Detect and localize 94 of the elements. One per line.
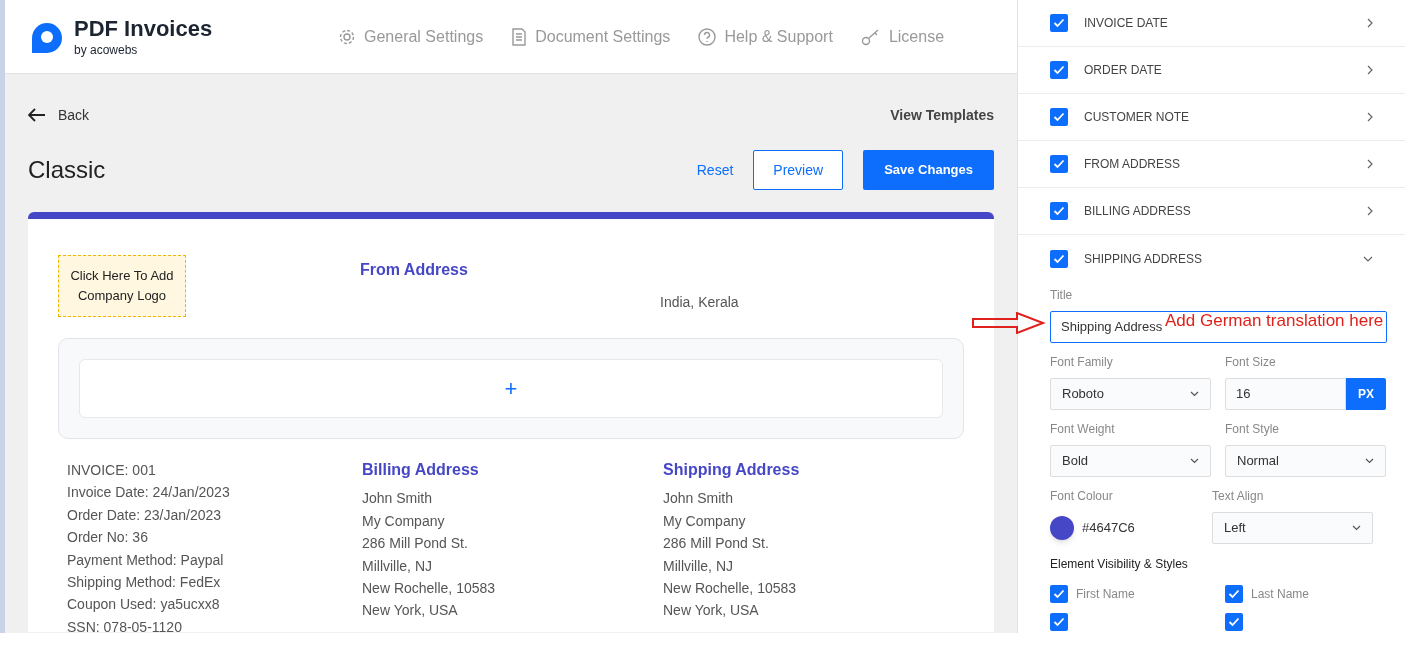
add-logo-button[interactable]: Click Here To Add Company Logo [58, 255, 186, 317]
address-line: John Smith [663, 489, 735, 509]
address-line: Millville, NJ [663, 556, 734, 576]
checkbox[interactable] [1050, 14, 1068, 32]
address-line: 286 Mill Pond St. [362, 534, 469, 554]
chevron-down-icon [1190, 391, 1199, 397]
colour-value: #4647C6 [1082, 519, 1135, 538]
check-icon [1053, 159, 1065, 169]
annotation-text: Add German translation here [1165, 310, 1384, 332]
check-icon [1053, 112, 1065, 122]
template-title: Classic [28, 155, 106, 185]
invoice-detail: INVOICE: 001 [67, 461, 157, 480]
chevron-down-icon [1365, 458, 1374, 464]
address-line: 286 Mill Pond St. [663, 534, 770, 554]
checkbox-label: Last Name [1251, 586, 1310, 603]
chevron-right-icon[interactable] [1367, 206, 1373, 216]
section-label[interactable]: INVOICE DATE [1084, 14, 1367, 32]
key-icon [860, 27, 881, 46]
app-byline: by acowebs [74, 43, 139, 56]
checkbox[interactable] [1050, 585, 1068, 603]
help-icon [698, 27, 717, 46]
invoice-detail: Order No: 36 [67, 528, 149, 548]
chevron-right-icon[interactable] [1367, 65, 1373, 75]
back-button[interactable]: Back [28, 104, 90, 126]
font-style-dropdown[interactable]: Normal [1225, 445, 1386, 477]
document-icon [511, 27, 528, 46]
section-label[interactable]: CUSTOMER NOTE [1084, 108, 1367, 126]
view-templates-link[interactable]: View Templates [890, 104, 994, 126]
address-heading: Shipping Address [663, 460, 801, 480]
chevron-down-icon[interactable] [1363, 255, 1373, 262]
checkbox-label: First Name [1076, 586, 1135, 603]
invoice-detail: Invoice Date: 24/Jan/2023 [67, 483, 231, 503]
checkbox[interactable] [1050, 613, 1068, 631]
field-label: Text Align [1212, 488, 1265, 505]
check-icon [1053, 18, 1065, 28]
checkbox[interactable] [1050, 61, 1068, 79]
field-label: Font Family [1050, 354, 1114, 371]
section-heading: Element Visibility & Styles [1050, 556, 1189, 573]
preview-button[interactable]: Preview [753, 150, 844, 190]
address-line: New York, USA [362, 601, 459, 621]
check-icon [1053, 253, 1065, 264]
back-arrow-icon [28, 108, 46, 122]
check-icon [1228, 617, 1240, 627]
invoice-detail: Order Date: 23/Jan/2023 [67, 505, 223, 525]
address-line: My Company [663, 511, 747, 531]
section-label[interactable]: SHIPPING ADDRESS [1084, 249, 1363, 268]
check-icon [1053, 617, 1065, 627]
field-label: Title [1050, 287, 1074, 304]
address-line: Millville, NJ [362, 556, 433, 576]
font-size-input[interactable]: 16 [1225, 378, 1346, 410]
add-button[interactable]: + [79, 359, 943, 418]
checkbox[interactable] [1050, 155, 1068, 173]
checkbox[interactable] [1050, 202, 1068, 220]
address-heading: Billing Address [362, 460, 480, 480]
field-label: Font Style [1225, 421, 1281, 438]
from-address-line: India, Kerala [660, 293, 739, 312]
section-label[interactable]: BILLING ADDRESS [1084, 202, 1367, 220]
text-align-dropdown[interactable]: Left [1212, 512, 1373, 544]
chevron-down-icon [1190, 458, 1199, 464]
invoice-detail: Coupon Used: ya5ucxx8 [67, 595, 221, 615]
section-label[interactable]: FROM ADDRESS [1084, 155, 1367, 173]
checkbox[interactable] [1225, 585, 1243, 603]
chevron-right-icon[interactable] [1367, 159, 1373, 169]
checkbox[interactable] [1225, 613, 1243, 631]
chevron-down-icon [1352, 525, 1361, 531]
invoice-detail: Payment Method: Paypal [67, 550, 225, 570]
field-label: Font Colour [1050, 488, 1114, 505]
gear-icon [338, 27, 356, 46]
address-line: New York, USA [663, 601, 760, 621]
font-family-dropdown[interactable]: Roboto [1050, 378, 1211, 410]
unit-button[interactable]: PX [1346, 378, 1386, 410]
chevron-right-icon[interactable] [1367, 18, 1373, 28]
invoice-detail: Shipping Method: FedEx [67, 573, 222, 593]
address-line: My Company [362, 511, 446, 531]
checkbox[interactable] [1050, 249, 1068, 268]
checkbox[interactable] [1050, 108, 1068, 126]
check-icon [1053, 589, 1065, 599]
app-name: PDF Invoices [74, 17, 213, 40]
save-changes-button[interactable]: Save Changes [863, 150, 994, 190]
colour-swatch[interactable] [1050, 516, 1074, 540]
field-label: Font Size [1225, 354, 1277, 371]
section-label[interactable]: ORDER DATE [1084, 61, 1367, 79]
address-line: New Rochelle, 10583 [362, 579, 497, 599]
chevron-right-icon[interactable] [1367, 112, 1373, 122]
reset-link[interactable]: Reset [696, 159, 734, 181]
check-icon [1053, 206, 1065, 216]
from-address-heading: From Address [360, 260, 469, 280]
address-line: New Rochelle, 10583 [663, 579, 798, 599]
font-weight-dropdown[interactable]: Bold [1050, 445, 1211, 477]
check-icon [1228, 589, 1240, 599]
field-label: Font Weight [1050, 421, 1116, 438]
invoice-detail: SSN: 078-05-1120 [67, 617, 183, 633]
check-icon [1053, 65, 1065, 75]
address-line: John Smith [362, 489, 434, 509]
